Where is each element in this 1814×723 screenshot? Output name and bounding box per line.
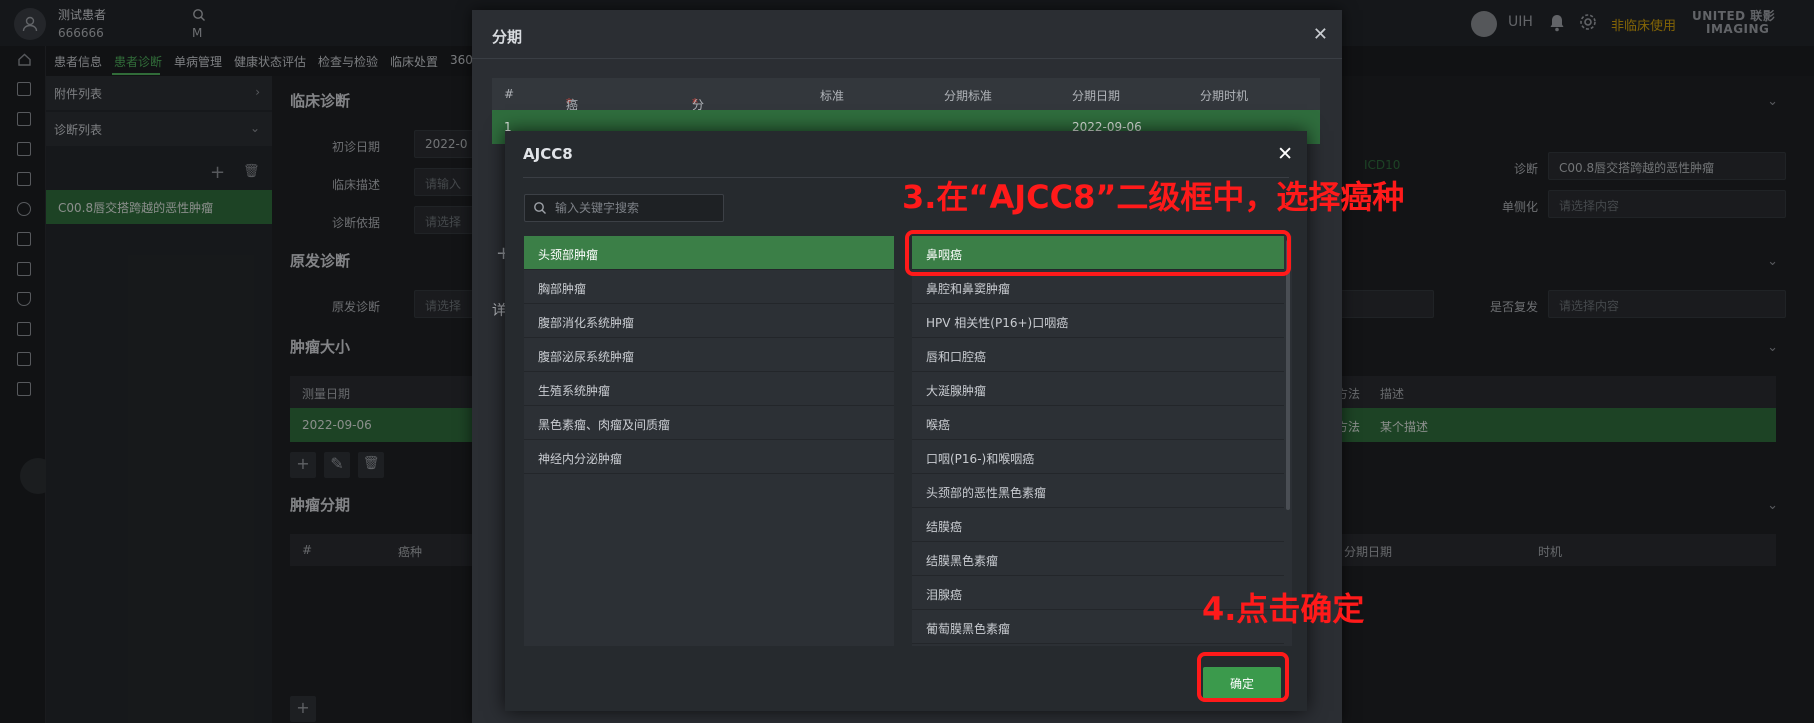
subtype-item[interactable]: 头颈部的恶性黑色素瘤 xyxy=(912,474,1284,508)
category-item-digestive[interactable]: 腹部消化系统肿瘤 xyxy=(524,304,894,338)
annotation-step-3: 3.在“AJCC8”二级框中，选择癌种 xyxy=(902,178,1405,216)
search-icon xyxy=(534,202,546,214)
category-item-urinary[interactable]: 腹部泌尿系统肿瘤 xyxy=(524,338,894,372)
col-stage-standard: 分期标准 xyxy=(944,89,993,103)
subtype-item[interactable]: HPV 相关性(P16+)口咽癌 xyxy=(912,304,1284,338)
col-stage-timing: 分期时机 xyxy=(1200,89,1249,103)
annotation-highlight-subtype xyxy=(905,230,1291,276)
subtype-item[interactable]: 结膜黑色素瘤 xyxy=(912,542,1284,576)
category-item-neuroendocrine[interactable]: 神经内分泌肿瘤 xyxy=(524,440,894,474)
category-item-head-neck[interactable]: 头颈部肿瘤 xyxy=(524,236,894,270)
category-item-chest[interactable]: 胸部肿瘤 xyxy=(524,270,894,304)
search-box xyxy=(524,194,724,222)
subtype-scrollbar[interactable] xyxy=(1286,240,1290,510)
ajcc8-modal: AJCC8 ✕ 头颈部肿瘤 胸部肿瘤 腹部消化系统肿瘤 腹部泌尿系统肿瘤 生殖系… xyxy=(505,131,1307,711)
detail-label: 详 xyxy=(492,303,506,319)
col-index: # xyxy=(504,87,515,101)
ajcc8-modal-title: AJCC8 xyxy=(523,145,573,163)
subtype-item[interactable]: 结膜癌 xyxy=(912,508,1284,542)
staging-modal-title: 分期 xyxy=(492,28,523,46)
divider xyxy=(472,58,1342,59)
col-stage-date: 分期日期 xyxy=(1072,89,1121,103)
subtype-item[interactable]: 唇和口腔癌 xyxy=(912,338,1284,372)
col-standard: 标准 xyxy=(820,89,845,103)
annotation-highlight-confirm xyxy=(1197,652,1289,702)
staging-table-header: # *癌种 *分期 标准 分期标准 分期日期 分期时机 xyxy=(492,78,1320,129)
subtype-item[interactable]: 喉癌 xyxy=(912,406,1284,440)
subtype-item[interactable]: 大涎腺肿瘤 xyxy=(912,372,1284,406)
category-item-reproductive[interactable]: 生殖系统肿瘤 xyxy=(524,372,894,406)
close-icon[interactable]: ✕ xyxy=(1313,24,1328,45)
category-list: 头颈部肿瘤 胸部肿瘤 腹部消化系统肿瘤 腹部泌尿系统肿瘤 生殖系统肿瘤 黑色素瘤… xyxy=(524,236,894,646)
close-icon[interactable]: ✕ xyxy=(1277,143,1293,165)
search-input[interactable] xyxy=(555,195,715,221)
category-item-melanoma-sarcoma[interactable]: 黑色素瘤、肉瘤及间质瘤 xyxy=(524,406,894,440)
annotation-step-4: 4.点击确定 xyxy=(1202,590,1365,628)
subtype-item[interactable]: 口咽(P16-)和喉咽癌 xyxy=(912,440,1284,474)
